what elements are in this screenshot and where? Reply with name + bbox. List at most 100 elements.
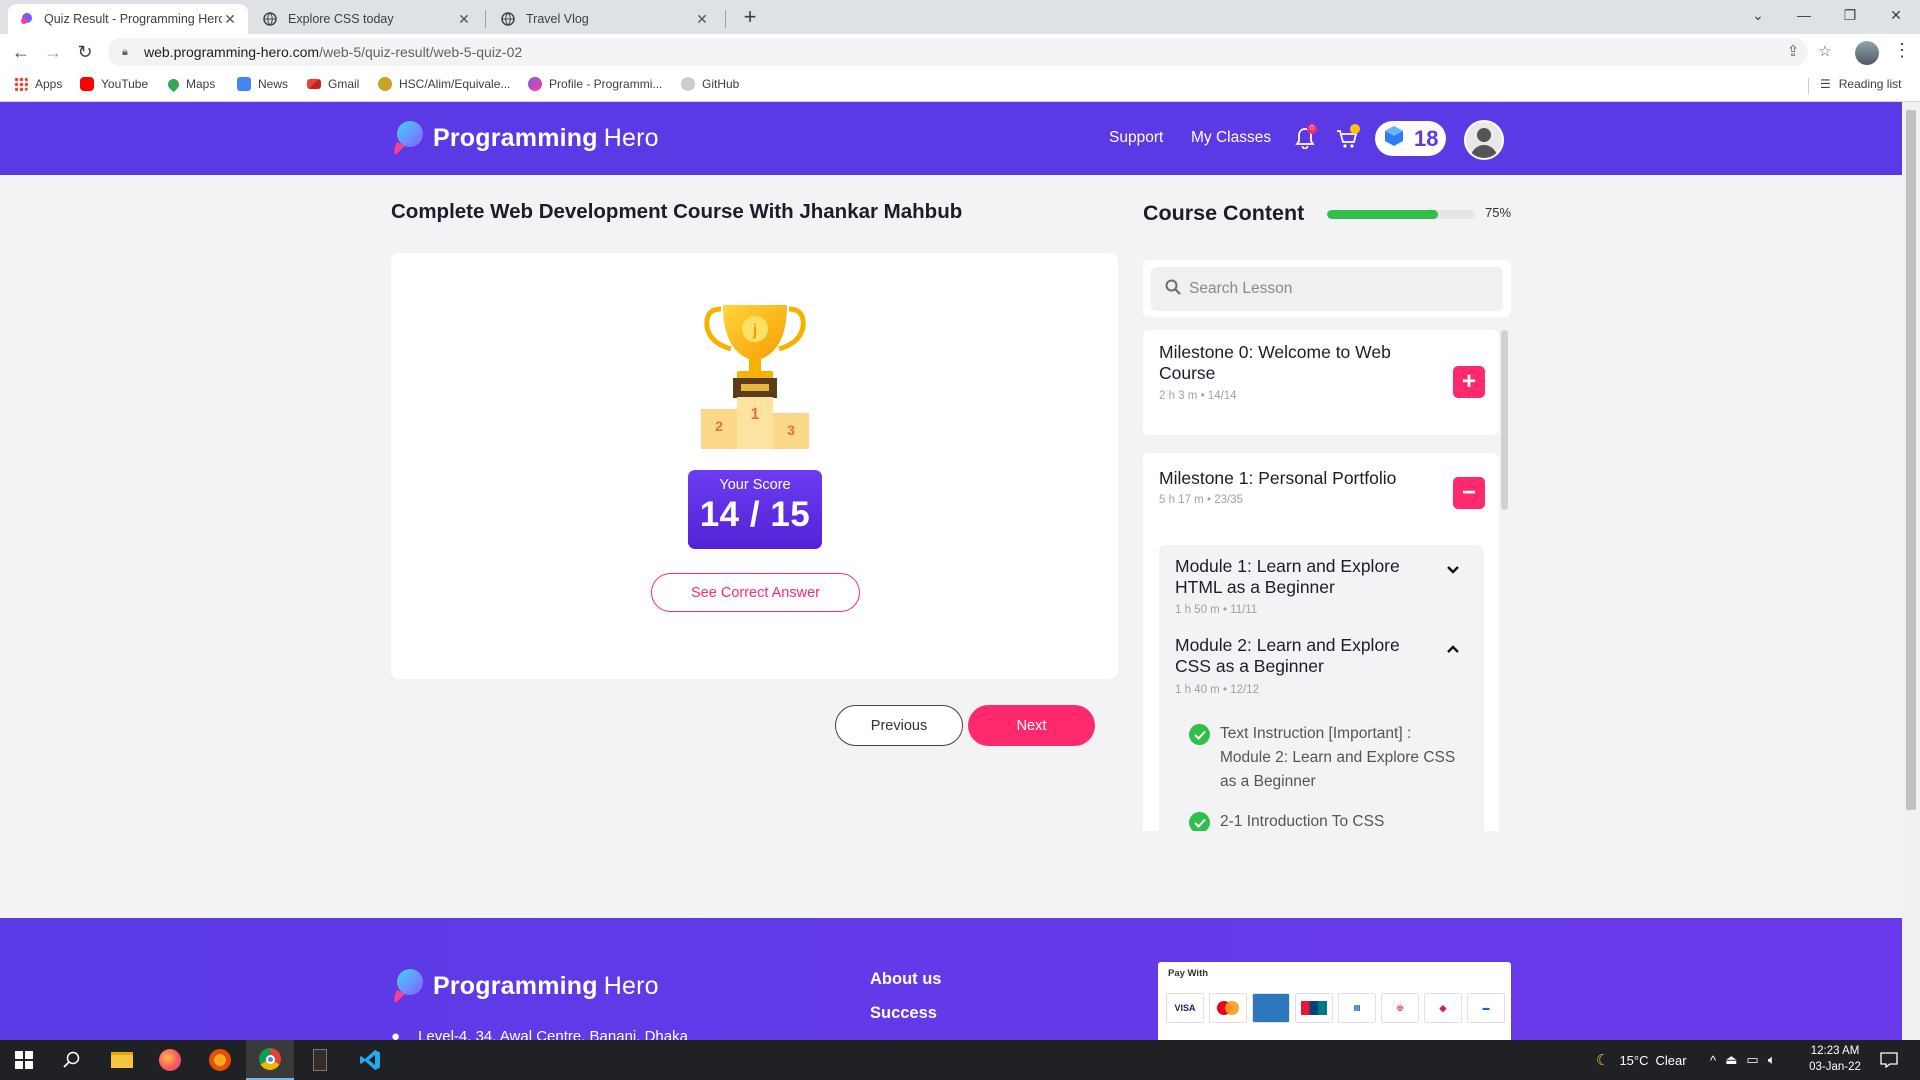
chevron-up-icon[interactable]	[1445, 642, 1461, 658]
collapse-milestone-button[interactable]: −	[1453, 477, 1485, 509]
milestone-duration: 5 h 17 m	[1159, 494, 1204, 506]
tab-quiz-result[interactable]: Quiz Result - Programming Hero ✕	[8, 4, 248, 34]
check-circle-icon	[1189, 812, 1210, 831]
search-icon[interactable]	[48, 1040, 96, 1080]
browser-app-icon[interactable]	[196, 1040, 244, 1080]
course-content-panel: Milestone 0: Welcome to Web Course 2 h 3…	[1143, 260, 1511, 831]
lesson-title: Text Instruction [Important] : Module 2:…	[1220, 725, 1456, 790]
milestone-title: Milestone 0: Welcome to Web Course	[1159, 342, 1391, 383]
windows-start-icon[interactable]	[0, 1040, 48, 1080]
moon-icon: ☾	[1596, 1052, 1610, 1069]
module-title[interactable]: Module 1: Learn and Explore HTML as a Be…	[1175, 556, 1425, 598]
weather-widget[interactable]: ☾ 15°C Clear	[1596, 1040, 1687, 1080]
usb-icon[interactable]: ⏏	[1725, 1052, 1737, 1068]
chevron-down-icon[interactable]	[1445, 563, 1461, 579]
file-explorer-icon[interactable]	[98, 1040, 146, 1080]
close-icon[interactable]: ✕	[694, 11, 710, 28]
sidebar-scrollbar[interactable]	[1501, 330, 1508, 510]
tab-divider	[725, 10, 726, 28]
close-icon[interactable]: ✕	[222, 11, 238, 28]
bookmark-profile[interactable]: Profile - Programmi...	[528, 77, 662, 91]
url-host: web.programming-hero.com	[144, 44, 320, 60]
bookmark-news[interactable]: News	[237, 77, 288, 91]
course-progress-bar	[1327, 210, 1475, 219]
milestone-item[interactable]: Milestone 0: Welcome to Web Course 2 h 3…	[1143, 330, 1499, 435]
close-window-button[interactable]: ✕	[1873, 0, 1919, 30]
dbbl-logo: ▤	[1338, 993, 1376, 1023]
search-lesson-input[interactable]	[1189, 280, 1489, 298]
app-window-icon[interactable]	[296, 1040, 344, 1080]
browser-profile-avatar[interactable]	[1855, 41, 1879, 65]
page-scrollbar[interactable]	[1902, 102, 1920, 1040]
volume-icon[interactable]: 🔈︎	[1768, 1052, 1776, 1068]
tab-travel-vlog[interactable]: Travel Vlog ✕	[490, 4, 720, 34]
tab-title: Quiz Result - Programming Hero	[44, 12, 222, 26]
browser-toolbar: ← → ↻ 🔒︎ web.programming-hero.com/web-5/…	[0, 34, 1920, 70]
bookmark-youtube[interactable]: YouTube	[80, 77, 148, 91]
reading-list-button[interactable]: ☰ Reading list	[1820, 77, 1901, 91]
bookmark-gmail[interactable]: Gmail	[307, 77, 359, 91]
module-title[interactable]: Module 2: Learn and Explore CSS as a Beg…	[1175, 635, 1425, 677]
bookmark-star-icon[interactable]: ☆	[1815, 42, 1835, 62]
footer-link-success[interactable]: Success	[870, 1004, 937, 1023]
milestone-item[interactable]: Milestone 1: Personal Portfolio 5 h 17 m…	[1143, 453, 1499, 831]
vscode-icon[interactable]	[346, 1040, 394, 1080]
see-correct-answer-button[interactable]: See Correct Answer	[651, 573, 860, 612]
restore-button[interactable]: ❐	[1827, 0, 1873, 30]
bookmark-maps[interactable]: Maps	[165, 76, 215, 92]
notification-center-icon[interactable]	[1880, 1040, 1898, 1080]
address-text: Level-4, 34, Awal Centre, Banani, Dhaka	[418, 1028, 688, 1040]
gem-counter[interactable]: 18	[1375, 121, 1446, 156]
maps-pin-icon	[165, 76, 182, 92]
taskbar-clock[interactable]: 12:23 AM 03-Jan-22	[1800, 1043, 1870, 1075]
next-button[interactable]: Next	[968, 705, 1095, 746]
score-display: Your Score 14 / 15	[688, 470, 822, 549]
bookmark-github[interactable]: GitHub	[681, 77, 739, 91]
page-scrollbar-thumb[interactable]	[1906, 110, 1916, 810]
tab-title: Explore CSS today	[288, 12, 394, 26]
bookmark-apps[interactable]: Apps	[14, 77, 62, 91]
close-icon[interactable]: ✕	[456, 11, 472, 28]
site-logo[interactable]: Programming Hero	[391, 120, 659, 156]
previous-button[interactable]: Previous	[835, 705, 963, 746]
gem-icon	[1384, 125, 1404, 152]
lesson-item[interactable]: 2-1 Introduction To CSS	[1189, 810, 1460, 831]
logo-text-programming: Programming	[433, 971, 598, 1000]
firefox-icon[interactable]	[146, 1040, 194, 1080]
browser-menu-icon[interactable]: ⋮	[1893, 40, 1911, 61]
network-icon[interactable]: ▭	[1746, 1052, 1758, 1068]
module-count: 12/12	[1230, 684, 1259, 696]
tab-title: Travel Vlog	[526, 12, 589, 26]
lesson-item[interactable]: Text Instruction [Important] : Module 2:…	[1189, 722, 1460, 794]
footer-link-about[interactable]: About us	[870, 970, 942, 989]
user-avatar[interactable]	[1464, 120, 1504, 160]
chrome-icon[interactable]	[246, 1040, 294, 1080]
programming-hero-favicon-icon	[18, 11, 34, 27]
address-bar[interactable]: 🔒︎ web.programming-hero.com/web-5/quiz-r…	[108, 38, 1808, 66]
gem-count: 18	[1414, 125, 1439, 151]
nav-my-classes[interactable]: My Classes	[1191, 129, 1271, 147]
svg-text:1: 1	[751, 406, 760, 423]
footer-logo[interactable]: Programming Hero	[391, 968, 659, 1004]
site-footer: Programming Hero About us Success ● Leve…	[0, 918, 1902, 1040]
new-tab-button[interactable]: +	[738, 6, 762, 30]
expand-milestone-button[interactable]: +	[1453, 366, 1485, 398]
chevron-up-icon[interactable]: ^	[1710, 1053, 1716, 1068]
minimize-button[interactable]: —	[1781, 0, 1827, 30]
module-meta: 1 h 50 m • 11/11	[1175, 604, 1257, 616]
bookmark-hsc[interactable]: HSC/Alim/Equivale...	[378, 77, 510, 91]
apps-grid-icon	[14, 77, 28, 91]
nav-support[interactable]: Support	[1109, 129, 1163, 147]
forward-button[interactable]: →	[40, 39, 66, 65]
site-header: Programming Hero Support My Classes 0 18	[0, 102, 1902, 175]
back-button[interactable]: ←	[8, 39, 34, 65]
bookmark-label: GitHub	[702, 77, 740, 91]
bank-logo: ▬	[1467, 993, 1505, 1023]
tab-search-icon[interactable]: ⌄	[1735, 0, 1781, 30]
tab-explore-css[interactable]: Explore CSS today ✕	[252, 4, 482, 34]
score-label: Your Score	[719, 477, 791, 493]
milestone-meta: 5 h 17 m • 23/35	[1159, 494, 1243, 506]
reload-button[interactable]: ↻	[72, 39, 98, 65]
mastercard-logo	[1209, 993, 1247, 1023]
share-icon[interactable]: ⇪	[1783, 42, 1803, 62]
